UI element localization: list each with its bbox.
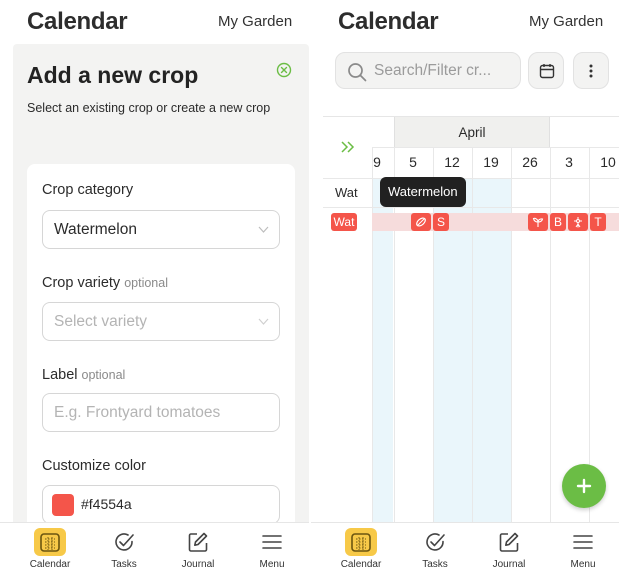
calendar-view-button[interactable] xyxy=(528,52,564,89)
optional-hint: optional xyxy=(81,368,126,382)
crop-variety-select[interactable]: Select variety xyxy=(42,302,280,341)
nav-label: Menu xyxy=(570,559,596,569)
crop-variety-placeholder: Select variety xyxy=(54,313,148,330)
flower-icon[interactable] xyxy=(568,213,588,231)
check-circle-icon xyxy=(108,528,140,556)
month-label: April xyxy=(458,125,486,140)
grid-line xyxy=(372,147,619,148)
sheet-subtitle: Select an existing crop or create a new … xyxy=(27,101,271,115)
add-crop-sheet: Add a new crop Select an existing crop o… xyxy=(13,44,309,534)
menu-icon xyxy=(256,528,288,556)
nav-label: Calendar xyxy=(340,559,382,569)
edit-icon xyxy=(182,528,214,556)
nav-label: Menu xyxy=(259,559,285,569)
crop-tooltip: Watermelon xyxy=(380,177,466,207)
seed-icon[interactable] xyxy=(411,213,431,231)
event-chip-t[interactable]: T xyxy=(590,213,606,231)
calendar-grid-icon xyxy=(34,528,66,556)
menu-icon xyxy=(567,528,599,556)
chevron-down-icon xyxy=(258,226,269,233)
chevron-down-icon xyxy=(258,318,269,325)
day-label: 26 xyxy=(522,154,538,170)
calendar-grid-icon xyxy=(345,528,377,556)
nav-label: Journal xyxy=(181,559,215,569)
check-circle-icon xyxy=(419,528,451,556)
nav-journal[interactable]: Journal xyxy=(479,525,539,569)
nav-tasks[interactable]: Tasks xyxy=(94,525,154,569)
grid-line xyxy=(550,147,551,523)
optional-hint: optional xyxy=(124,276,168,290)
crop-timeline[interactable]: April 9 5 12 19 26 3 10 Wat Wat S B T Wa… xyxy=(323,116,619,523)
calendar-screen: Calendar My Garden Search/Filter cr... A… xyxy=(311,0,619,569)
double-chevron-right-icon[interactable] xyxy=(341,141,355,153)
color-picker-field[interactable]: #f4554a xyxy=(42,485,280,524)
grid-line xyxy=(323,178,619,179)
crop-label-label: Label optional xyxy=(42,367,125,383)
nav-label: Calendar xyxy=(29,559,71,569)
grid-line xyxy=(511,147,512,523)
page-title: Calendar xyxy=(27,8,128,35)
crop-label-placeholder: E.g. Frontyard tomatoes xyxy=(54,404,221,421)
day-label: 9 xyxy=(373,154,381,170)
crop-category-label: Crop category xyxy=(42,182,134,198)
calendar-icon xyxy=(539,64,555,79)
nav-tasks[interactable]: Tasks xyxy=(405,525,465,569)
plus-icon xyxy=(576,478,592,494)
nav-label: Tasks xyxy=(422,559,448,569)
day-label: 19 xyxy=(483,154,499,170)
nav-label: Tasks xyxy=(111,559,137,569)
search-icon xyxy=(348,63,367,82)
bottom-nav: Calendar Tasks Journal Menu xyxy=(311,522,619,569)
crop-form-card: Crop category Watermelon Crop variety op… xyxy=(27,164,295,534)
day-label: 10 xyxy=(600,154,616,170)
nav-journal[interactable]: Journal xyxy=(168,525,228,569)
close-icon[interactable] xyxy=(276,62,292,78)
add-crop-button[interactable] xyxy=(562,464,606,508)
page-title: Calendar xyxy=(338,8,439,35)
nav-menu[interactable]: Menu xyxy=(553,525,613,569)
garden-selector[interactable]: My Garden xyxy=(529,13,603,30)
event-chip-b[interactable]: B xyxy=(550,213,566,231)
edit-icon xyxy=(493,528,525,556)
nav-calendar[interactable]: Calendar xyxy=(331,525,391,569)
crop-variety-label-text: Crop variety xyxy=(42,275,121,291)
crop-category-select[interactable]: Watermelon xyxy=(42,210,280,249)
add-crop-screen: Calendar My Garden Add a new crop Select… xyxy=(0,0,309,569)
garden-selector[interactable]: My Garden xyxy=(218,13,292,30)
color-swatch[interactable] xyxy=(52,494,74,516)
crop-label-input[interactable]: E.g. Frontyard tomatoes xyxy=(42,393,280,432)
bottom-nav: Calendar Tasks Journal Menu xyxy=(0,522,309,569)
grid-line xyxy=(472,147,473,523)
nav-calendar[interactable]: Calendar xyxy=(20,525,80,569)
search-input[interactable]: Search/Filter cr... xyxy=(335,52,521,89)
day-label: 12 xyxy=(444,154,460,170)
crop-variety-label: Crop variety optional xyxy=(42,275,168,291)
nav-label: Journal xyxy=(492,559,526,569)
crop-row-label[interactable]: Wat xyxy=(335,185,358,200)
nav-menu[interactable]: Menu xyxy=(242,525,302,569)
sprout-icon[interactable] xyxy=(528,213,548,231)
grid-line xyxy=(323,207,619,208)
crop-category-value: Watermelon xyxy=(54,221,137,238)
app-header: Calendar My Garden xyxy=(0,0,309,44)
sheet-title: Add a new crop xyxy=(27,62,199,88)
more-options-button[interactable] xyxy=(573,52,609,89)
color-hex-value: #f4554a xyxy=(81,496,132,512)
grid-line xyxy=(372,147,373,523)
crop-tag[interactable]: Wat xyxy=(331,213,357,231)
app-header: Calendar My Garden xyxy=(311,0,619,44)
day-label: 3 xyxy=(565,154,573,170)
event-chip-s[interactable]: S xyxy=(433,213,449,231)
customize-color-label: Customize color xyxy=(42,458,146,474)
crop-label-label-text: Label xyxy=(42,367,78,383)
search-placeholder: Search/Filter cr... xyxy=(374,62,492,79)
day-label: 5 xyxy=(409,154,417,170)
more-vertical-icon xyxy=(589,64,593,78)
